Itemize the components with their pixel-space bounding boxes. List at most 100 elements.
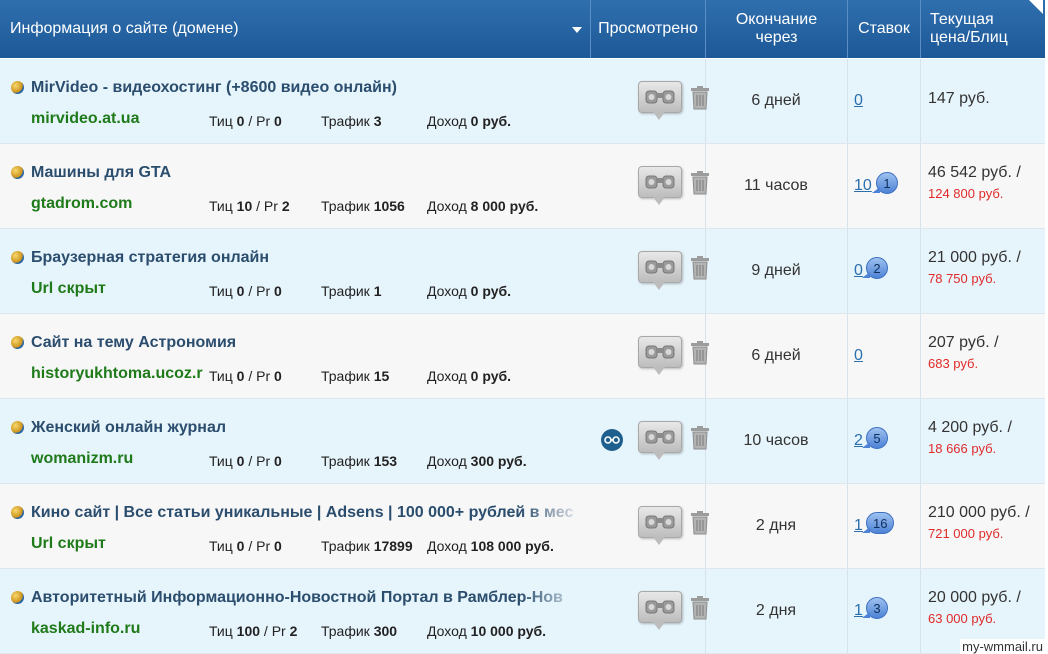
globe-icon (11, 421, 24, 434)
bids-badge[interactable]: 1 (872, 172, 898, 194)
income-label: Доход (427, 113, 467, 129)
current-price: 147 руб. (928, 90, 990, 107)
ending-header-line1: Окончание (735, 11, 818, 28)
income-value: 8 000 руб. (470, 198, 539, 214)
bids-count-link[interactable]: 0 (854, 92, 863, 110)
site-domain[interactable]: Url скрыт (31, 280, 206, 298)
bids-badge[interactable]: 2 (862, 257, 888, 279)
site-domain[interactable]: kaskad-info.ru (31, 620, 206, 638)
pr-value: 0 (274, 538, 282, 554)
title-fade (520, 587, 585, 609)
site-title-link[interactable]: Браузерная стратегия онлайн (31, 249, 581, 267)
pr-label: / Pr (248, 113, 271, 129)
site-title-link[interactable]: Машины для GTA (31, 164, 581, 182)
ending-header[interactable]: Окончание через (706, 0, 847, 58)
column-divider (920, 399, 921, 483)
bids-badge[interactable]: 3 (862, 597, 888, 619)
column-divider (920, 229, 921, 313)
ending-time: 6 дней (751, 347, 801, 364)
column-divider (920, 569, 921, 653)
binoculars-icon[interactable] (638, 421, 682, 460)
column-divider (920, 484, 921, 568)
tic-pr-stat: Тиц 100 / Pr 2 (209, 623, 297, 639)
tic-pr-stat: Тиц 0 / Pr 0 (209, 453, 282, 469)
watermark: my-wmmail.ru (960, 639, 1045, 654)
globe-icon (11, 81, 24, 94)
current-price: 4 200 руб. / (928, 419, 1012, 436)
income-label: Доход (427, 368, 467, 384)
table-row[interactable]: Женский онлайн журнал womanizm.ru Тиц 0 / … (0, 399, 1045, 484)
blitz-price: 683 руб. (928, 356, 979, 371)
tic-pr-stat: Тиц 0 / Pr 0 (209, 283, 282, 299)
globe-icon (11, 506, 24, 519)
tic-pr-stat: Тиц 0 / Pr 0 (209, 538, 282, 554)
income-value: 0 руб. (470, 283, 512, 299)
title-fade (520, 77, 585, 99)
tic-label: Тиц (209, 198, 233, 214)
site-title-link[interactable]: Сайт на тему Астрономия (31, 334, 581, 352)
binoculars-icon[interactable] (638, 591, 682, 630)
site-domain[interactable]: Url скрыт (31, 535, 206, 553)
bids-header[interactable]: Ставок (848, 0, 920, 58)
bids-badge[interactable]: 5 (862, 427, 888, 449)
current-price: 207 руб. / (928, 334, 999, 351)
binoculars-icon[interactable] (638, 166, 682, 205)
site-domain[interactable]: historyukhtoma.ucoz.r (31, 365, 206, 383)
table-row[interactable]: Авторитетный Информационно-Новостной Пор… (0, 569, 1045, 654)
table-row[interactable]: Кино сайт | Все статьи уникальные | Adse… (0, 484, 1045, 569)
site-title-link[interactable]: Авторитетный Информационно-Новостной Пор… (31, 589, 581, 607)
site-title-link[interactable]: Женский онлайн журнал (31, 419, 581, 437)
site-title-link[interactable]: MirVideo - видеохостинг (+8600 видео онл… (31, 79, 581, 97)
page-corner-icon (1029, 0, 1043, 14)
traffic-label: Трафик (321, 198, 370, 214)
binoculars-icon[interactable] (638, 81, 682, 120)
viewed-header[interactable]: Просмотрено (591, 0, 705, 58)
table-row[interactable]: MirVideo - видеохостинг (+8600 видео онл… (0, 59, 1045, 144)
bids-count-link[interactable]: 10 (854, 177, 872, 195)
pr-value: 2 (281, 198, 290, 214)
site-domain[interactable]: womanizm.ru (31, 450, 206, 468)
bids-count-link[interactable]: 0 (854, 347, 863, 365)
table-row[interactable]: Браузерная стратегия онлайн Url скрыт Тиц … (0, 229, 1045, 314)
income-label: Доход (427, 453, 467, 469)
traffic-value: 153 (373, 453, 398, 469)
site-domain[interactable]: mirvideo.at.ua (31, 110, 206, 128)
price-header[interactable]: Текущая цена/Блиц (930, 0, 1030, 58)
tic-label: Тиц (209, 623, 233, 639)
income-value: 0 руб. (470, 113, 512, 129)
binoculars-icon[interactable] (638, 506, 682, 545)
table-row[interactable]: Машины для GTA gtadrom.com Тиц 10 / Pr 2 Тр… (0, 144, 1045, 229)
blitz-price: 63 000 руб. (928, 611, 997, 626)
traffic-stat: Трафик 1056 (321, 198, 405, 214)
current-price: 20 000 руб. / (928, 589, 1021, 606)
current-price: 210 000 руб. / (928, 504, 1030, 521)
tic-value: 100 (236, 623, 261, 639)
site-info-header[interactable]: Информация о сайте (домене) (10, 0, 570, 58)
price-header-line1: Текущая (930, 11, 994, 28)
binoculars-icon[interactable] (638, 336, 682, 375)
column-divider (847, 144, 848, 228)
pr-label: / Pr (248, 453, 271, 469)
tic-label: Тиц (209, 538, 233, 554)
ending-time: 2 дня (755, 517, 797, 534)
column-divider (847, 484, 848, 568)
glasses-icon[interactable] (601, 429, 623, 451)
title-fade (520, 417, 585, 439)
site-domain[interactable]: gtadrom.com (31, 195, 206, 213)
pr-label: / Pr (248, 283, 271, 299)
traffic-stat: Трафик 1 (321, 283, 382, 299)
tic-value: 0 (236, 538, 245, 554)
income-value: 0 руб. (470, 368, 512, 384)
blitz-price: 18 666 руб. (928, 441, 997, 456)
tic-value: 0 (236, 453, 245, 469)
tic-value: 0 (236, 283, 245, 299)
site-title-link[interactable]: Кино сайт | Все статьи уникальные | Adse… (31, 504, 581, 522)
pr-value: 0 (274, 283, 282, 299)
bids-badge[interactable]: 16 (861, 512, 895, 534)
chevron-down-icon[interactable] (572, 27, 582, 33)
column-divider (847, 314, 848, 398)
binoculars-icon[interactable] (638, 251, 682, 290)
table-row[interactable]: Сайт на тему Астрономия historyukhtoma.uc… (0, 314, 1045, 399)
pr-value: 2 (289, 623, 298, 639)
income-label: Доход (427, 623, 467, 639)
